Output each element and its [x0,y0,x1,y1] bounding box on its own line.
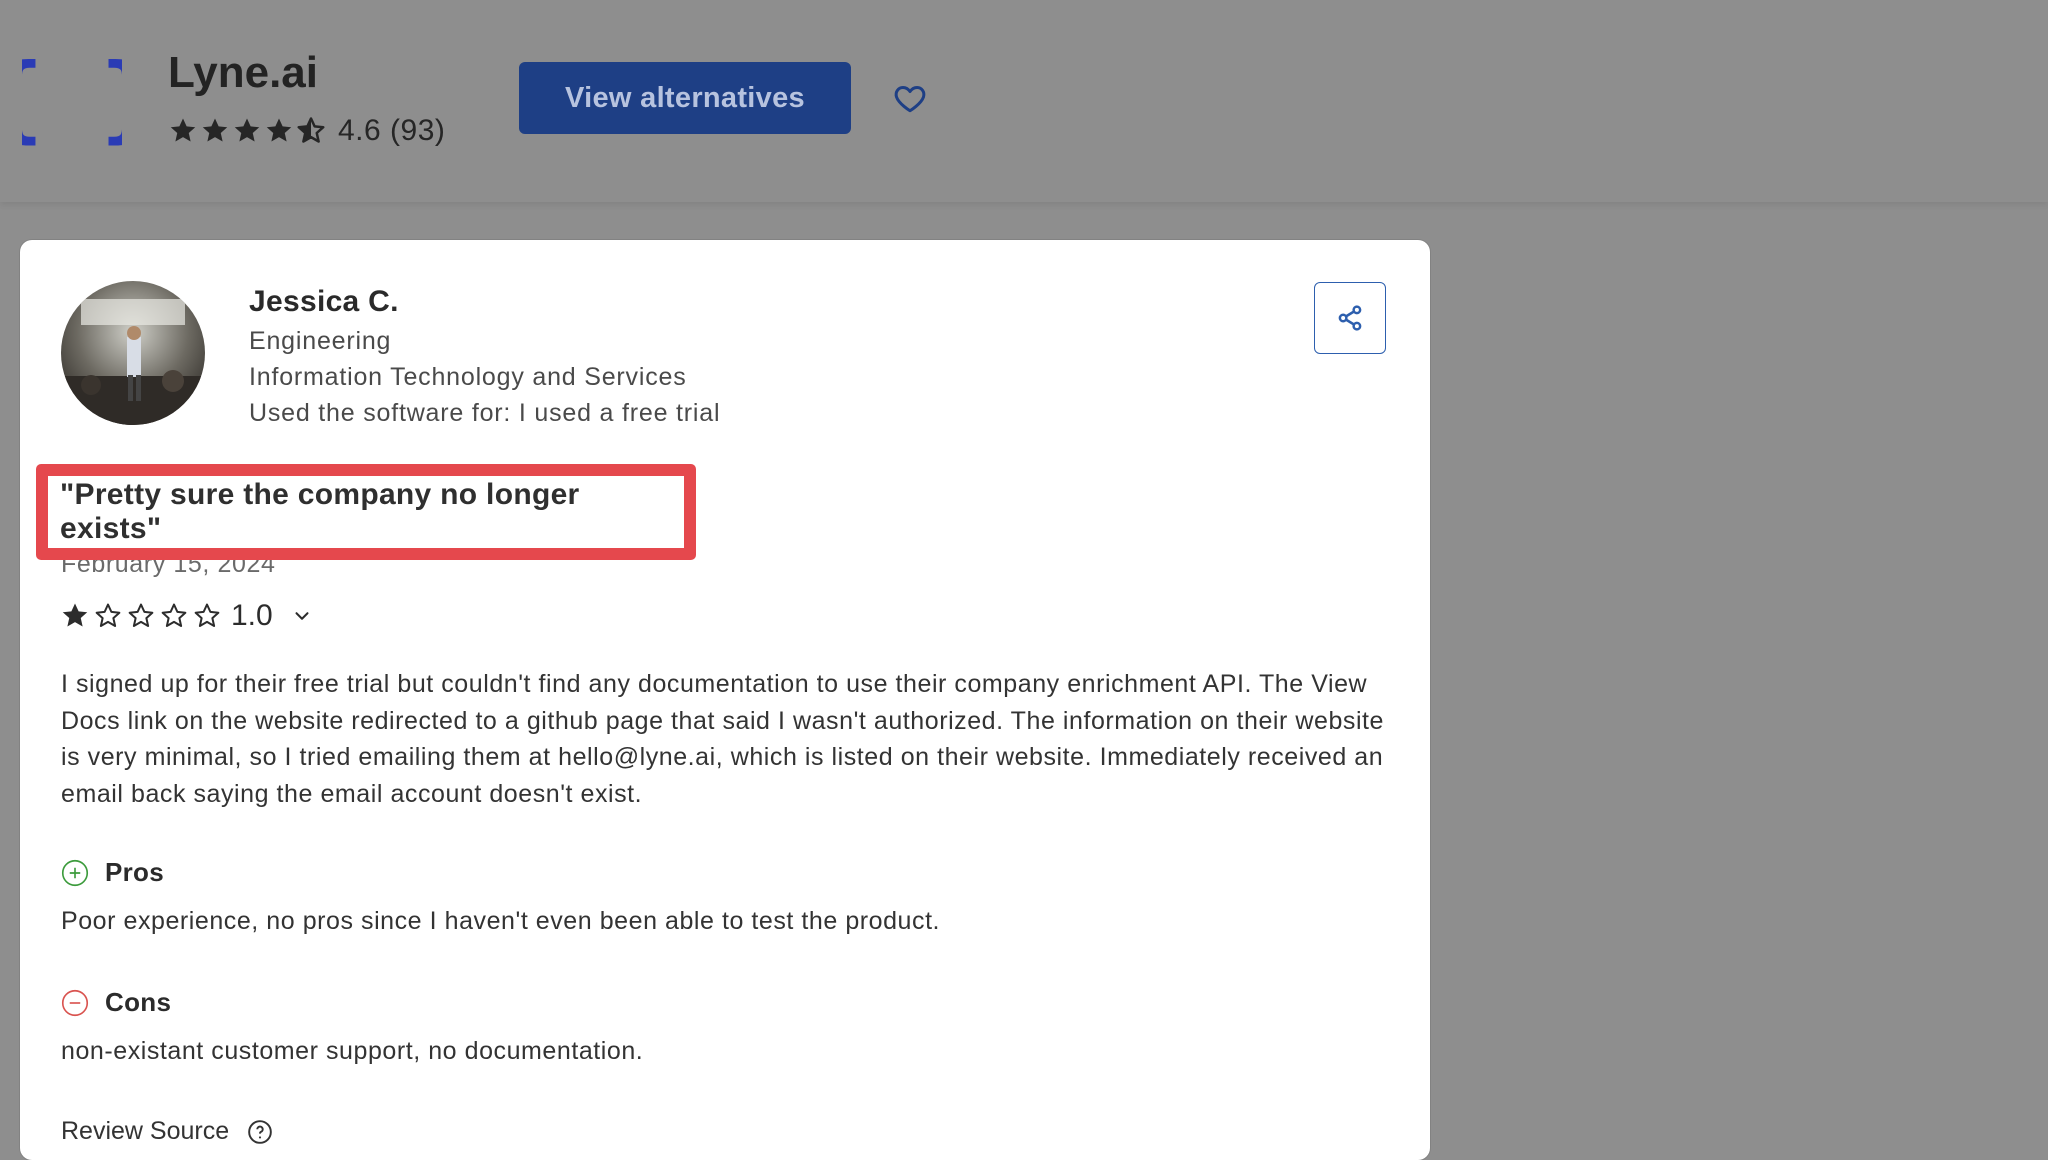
review-card: Jessica C. Engineering Information Techn… [20,240,1430,1160]
review-title-highlight: "Pretty sure the company no longer exist… [36,464,696,560]
star-full-icon [234,118,260,142]
star-half-icon [297,117,325,143]
review-body: I signed up for their free trial but cou… [61,670,1385,808]
star-full-icon [170,118,196,142]
reviewer-avatar [61,281,205,425]
star-full-icon [266,118,292,142]
star-full-icon [62,603,88,627]
pros-text: Poor experience, no pros since I haven't… [61,907,941,935]
heart-icon[interactable] [892,80,928,116]
view-alternatives-button[interactable]: View alternatives [519,62,851,134]
cons-label: Cons [105,987,172,1017]
review-rating[interactable]: 1.0 [60,596,313,636]
star-empty-icon [95,603,121,627]
reviewer-industry: Information Technology and Services [249,363,687,391]
review-title: "Pretty sure the company no longer exist… [60,478,580,545]
star-empty-icon [128,603,154,627]
review-source-row: Review Source [61,1117,273,1146]
plus-circle-icon [61,859,89,886]
star-full-icon [202,118,228,142]
cons-heading: Cons [61,987,171,1018]
product-header: { } Lyne.ai 4.6 (93) View alternatives [0,0,2048,202]
star-empty-icon [194,603,220,627]
chevron-down-icon[interactable] [291,605,313,627]
minus-circle-icon [61,989,89,1016]
rating-value: 4.6 (93) [338,114,446,147]
product-rating: 4.6 (93) [168,113,445,149]
share-button[interactable] [1314,282,1386,354]
pros-label: Pros [105,857,165,887]
review-score: 1.0 [231,599,273,632]
logo-braces: { } [22,44,122,152]
star-empty-icon [161,603,187,627]
product-name: Lyne.ai [168,48,318,97]
reviewer-name: Jessica C. [249,285,399,318]
cons-text: non-existant customer support, no docume… [61,1037,644,1065]
reviewer-role: Engineering [249,327,392,355]
reviewer-usage: Used the software for: I used a free tri… [249,399,721,427]
product-logo: { } [0,42,157,153]
review-source-label: Review Source [61,1117,230,1145]
share-icon [1338,305,1362,331]
help-circle-icon[interactable] [247,1119,273,1145]
pros-heading: Pros [61,857,164,888]
